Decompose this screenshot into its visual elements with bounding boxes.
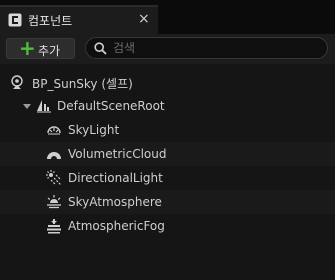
tree-item-directional-light[interactable]: DirectionalLight xyxy=(0,166,335,190)
search-input[interactable] xyxy=(113,40,313,56)
plus-icon: + xyxy=(19,36,36,60)
tree-item-atmospheric-fog[interactable]: AtmosphericFog xyxy=(0,214,335,238)
search-box[interactable] xyxy=(85,37,328,59)
atmosphere-icon xyxy=(47,195,61,209)
actor-icon xyxy=(11,75,23,89)
components-toolbar: + 추가 xyxy=(0,34,335,64)
scene-root-icon xyxy=(37,100,51,113)
tab-components[interactable]: 컴포넌트 × xyxy=(0,5,158,34)
tree-item-label: AtmosphericFog xyxy=(68,219,165,233)
tree-item-actor[interactable]: BP_SunSky (셀프) xyxy=(0,70,335,94)
tree-item-volumetric-cloud[interactable]: VolumetricCloud xyxy=(0,142,335,166)
tree-item-label: DefaultSceneRoot xyxy=(57,99,165,113)
add-component-button[interactable]: + 추가 xyxy=(6,36,75,60)
panel-titlebar: 컴포넌트 × xyxy=(0,0,335,34)
tree-item-scene-root[interactable]: DefaultSceneRoot xyxy=(0,94,335,118)
sun-icon xyxy=(46,170,62,186)
tree-item-sky-atmosphere[interactable]: SkyAtmosphere xyxy=(0,190,335,214)
cloud-icon xyxy=(47,152,61,159)
chevron-down-icon[interactable] xyxy=(22,98,32,114)
add-button-label: 추가 xyxy=(38,44,61,58)
close-icon[interactable]: × xyxy=(138,10,150,28)
search-icon xyxy=(94,42,107,55)
components-icon xyxy=(8,13,22,27)
skylight-icon xyxy=(47,126,61,135)
panel-title: 컴포넌트 xyxy=(28,14,73,28)
tree-item-label: VolumetricCloud xyxy=(68,147,167,161)
tree-item-label: SkyLight xyxy=(68,123,120,137)
tree-item-skylight[interactable]: SkyLight xyxy=(0,118,335,142)
fog-icon xyxy=(47,219,61,234)
tree-item-label: SkyAtmosphere xyxy=(68,195,162,209)
tree-item-label: BP_SunSky (셀프) xyxy=(32,77,133,91)
tree-item-label: DirectionalLight xyxy=(68,171,163,185)
